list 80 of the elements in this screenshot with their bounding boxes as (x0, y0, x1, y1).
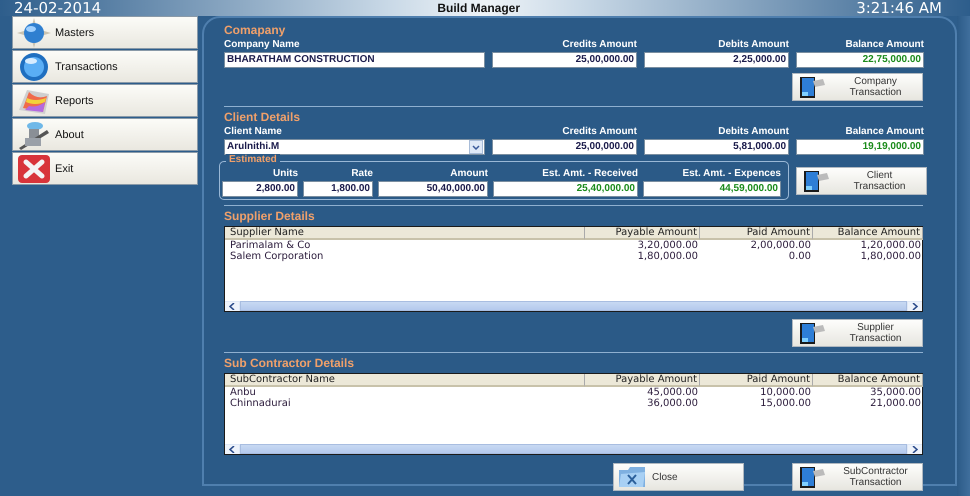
column-header[interactable]: Paid Amount (700, 374, 813, 387)
field-label: Client Name (224, 125, 283, 139)
table-cell-text: 15,000.00 (759, 398, 812, 409)
menu-button[interactable]: Transactions (12, 50, 198, 83)
field-label: Balance Amount (844, 125, 924, 139)
robot-icon (17, 120, 51, 150)
transaction-button[interactable]: SubContractor Transaction (792, 463, 923, 491)
book-icon (797, 465, 827, 489)
menu-button[interactable]: Exit (12, 152, 198, 185)
table-cell-text: Salem Corporation (229, 251, 324, 262)
field-label: Units (272, 167, 298, 181)
table-cell-text: 2,00,000.00 (750, 240, 812, 251)
amount-field[interactable]: 19,19,000.00 (796, 139, 924, 155)
amount-field[interactable]: 5,81,000.00 (644, 139, 789, 155)
amount-field[interactable]: 2,800.00 (222, 181, 298, 197)
transaction-button[interactable]: Company Transaction (792, 73, 923, 101)
chevron-down-icon (472, 144, 480, 150)
date-label: 24-02-2014 (14, 0, 102, 16)
amount-field[interactable]: 44,59,000.00 (643, 181, 781, 197)
name-field[interactable]: BHARATHAM CONSTRUCTION (224, 52, 485, 68)
field-label: Est. Amt. - Received (541, 167, 638, 181)
group-title: Estimated (226, 154, 280, 165)
amount-field[interactable]: 25,40,000.00 (493, 181, 638, 197)
time-label: 3:21:46 AM (856, 0, 942, 16)
book-icon (797, 321, 827, 345)
table-cell-text: 1,80,000.00 (636, 251, 699, 262)
menu-button[interactable]: About (12, 118, 198, 151)
client-dropdown[interactable]: Arulnithi.M (224, 139, 485, 155)
table-cell-text: 10,000.00 (759, 387, 812, 398)
column-header[interactable]: SubContractor Name (225, 374, 585, 387)
table-cell-text: 35,000.00 (869, 387, 922, 398)
horizontal-scrollbar[interactable] (225, 301, 922, 311)
column-header[interactable]: Balance Amount (813, 374, 923, 387)
transaction-button[interactable]: Client Transaction (796, 166, 927, 194)
field-label: Amount (449, 167, 488, 181)
field-label: Credits Amount (561, 38, 637, 52)
table-cell-text: Parimalam & Co (229, 240, 312, 251)
table-cell-text: 1,80,000.00 (860, 251, 922, 262)
transaction-button[interactable]: Supplier Transaction (792, 319, 923, 347)
book-icon (797, 75, 827, 99)
column-header[interactable]: Paid Amount (700, 227, 813, 240)
field-label: Debits Amount (717, 125, 789, 139)
book-icon (801, 168, 831, 192)
amount-field[interactable]: 25,00,000.00 (492, 52, 637, 68)
amount-field[interactable]: 25,00,000.00 (492, 139, 637, 155)
amount-field[interactable]: 1,800.00 (303, 181, 373, 197)
table-cell-text: 36,000.00 (646, 398, 699, 409)
table-cell-text: 45,000.00 (646, 387, 699, 398)
table-cell-text: 1,20,000.00 (860, 240, 922, 251)
table-cell-text: 3,20,000.00 (636, 240, 699, 251)
menu-button[interactable]: Reports (12, 84, 198, 117)
horizontal-scrollbar[interactable] (225, 444, 922, 454)
amount-field[interactable]: 50,40,000.00 (378, 181, 488, 197)
column-header[interactable]: Balance Amount (813, 227, 923, 240)
window-title: Build Manager (437, 1, 520, 15)
amount-field[interactable]: 22,75,000.00 (796, 52, 924, 68)
section-title: Supplier Details (224, 208, 316, 224)
section-title: Sub Contractor Details (224, 355, 356, 371)
field-label: Balance Amount (844, 38, 924, 52)
section-title: Comapany (224, 22, 286, 38)
menu-button[interactable]: Masters (12, 16, 198, 49)
section-title: Client Details (224, 109, 302, 125)
table-cell-text: 21,000.00 (869, 398, 922, 409)
field-label: Company Name (224, 38, 301, 52)
field-label: Rate (350, 167, 373, 181)
column-header[interactable]: Payable Amount (585, 227, 700, 240)
folder-icon (618, 466, 646, 488)
table-cell-text: Chinnadurai (229, 398, 292, 409)
table-cell-text: 0.00 (788, 251, 812, 262)
field-label: Debits Amount (717, 38, 789, 52)
amount-field[interactable]: 2,25,000.00 (644, 52, 789, 68)
table-cell-text: Anbu (229, 387, 257, 398)
column-header[interactable]: Payable Amount (585, 374, 700, 387)
field-label: Credits Amount (561, 125, 637, 139)
globe-icon (17, 18, 51, 48)
close-icon (17, 154, 51, 184)
close-button[interactable]: Close (613, 463, 744, 491)
sphere-icon (17, 52, 51, 82)
column-header[interactable]: Supplier Name (225, 227, 585, 240)
field-label: Est. Amt. - Expences (681, 167, 781, 181)
